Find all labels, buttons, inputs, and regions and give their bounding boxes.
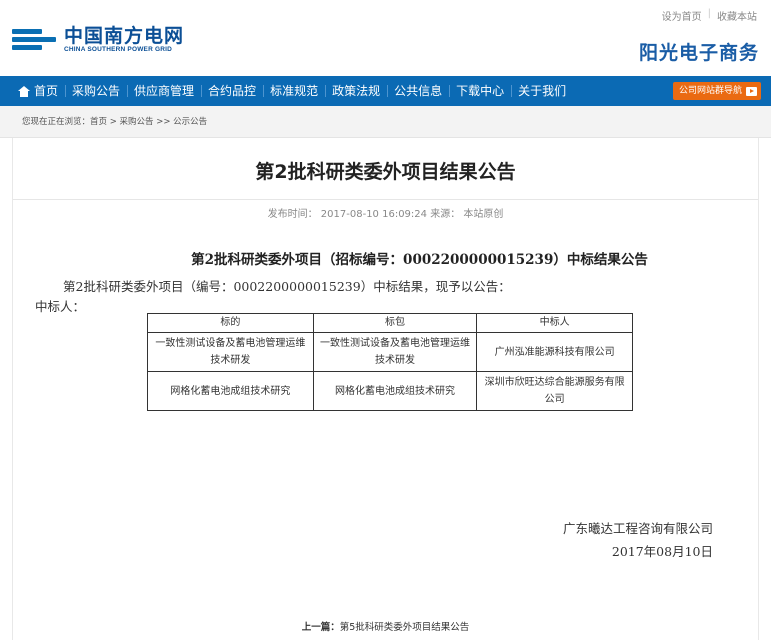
nav-item-home[interactable]: 首页 <box>0 76 65 106</box>
set-homepage-link[interactable]: 设为首页 <box>662 8 702 23</box>
title-area: 第2批科研类委外项目结果公告 <box>13 138 758 200</box>
logo-title: 中国南方电网 <box>64 25 185 47</box>
nav-item-public-info[interactable]: 公共信息 <box>387 76 449 106</box>
table-cell: 广州泓准能源科技有限公司 <box>476 332 633 372</box>
nav-item-contract[interactable]: 合约品控 <box>201 76 263 106</box>
site-nav-label: 公司网站群导航 <box>678 86 742 96</box>
nav-label: 首页 <box>34 84 59 98</box>
bookmark-link[interactable]: 收藏本站 <box>717 8 757 23</box>
table-header: 标的 <box>147 313 314 333</box>
play-icon <box>746 86 757 96</box>
issue-date: 2017年08月10日 <box>611 544 713 559</box>
nav-item-standards[interactable]: 标准规范 <box>263 76 325 106</box>
issuer-company: 广东曦达工程咨询有限公司 <box>562 521 713 536</box>
prev-label: 上一篇： <box>301 622 340 633</box>
prev-article-link[interactable]: 上一篇：第5批科研类委外项目结果公告 <box>13 619 758 633</box>
nav-item-procurement[interactable]: 采购公告 <box>65 76 127 106</box>
breadcrumb: 您现在正在浏览：首页 > 采购公告 >> 公示公告 <box>0 106 771 138</box>
main-nav: 首页 采购公告 供应商管理 合约品控 标准规范 政策法规 公共信息 下载中心 关… <box>0 76 771 106</box>
csg-logo[interactable]: 中国南方电网 CHINA SOUTHERN POWER GRID <box>12 26 184 53</box>
table-header-row: 标的 标包 中标人 <box>147 313 633 333</box>
table-row: 一致性测试设备及蓄电池管理运维技术研发 一致性测试设备及蓄电池管理运维技术研发 … <box>147 332 633 372</box>
logo-subtitle: CHINA SOUTHERN POWER GRID <box>64 46 173 53</box>
nav-item-download[interactable]: 下载中心 <box>449 76 511 106</box>
top-links: 设为首页 | 收藏本站 <box>661 8 757 23</box>
nav-item-about[interactable]: 关于我们 <box>511 76 573 106</box>
table-cell: 网格化蓄电池成组技术研究 <box>312 371 478 411</box>
table-header: 中标人 <box>476 313 633 333</box>
nav-item-supplier[interactable]: 供应商管理 <box>127 76 201 106</box>
table-row: 网格化蓄电池成组技术研究 网格化蓄电池成组技术研究 深圳市欣旺达综合能源服务有限… <box>147 371 633 411</box>
page-title: 第2批科研类委外项目结果公告 <box>255 161 516 183</box>
result-table: 标的 标包 中标人 一致性测试设备及蓄电池管理运维技术研发 一致性测试设备及蓄电… <box>147 313 633 411</box>
home-icon <box>18 85 30 97</box>
site-nav-button[interactable]: 公司网站群导航 <box>672 82 761 100</box>
winner-label: 中标人： <box>35 299 86 314</box>
article-panel: 第2批科研类委外项目结果公告 发布时间： 2017-08-10 16:09:24… <box>12 138 759 640</box>
nav-item-policy[interactable]: 政策法规 <box>325 76 387 106</box>
csg-logo-icon <box>12 27 56 53</box>
table-header: 标包 <box>312 313 478 333</box>
site-header: 中国南方电网 CHINA SOUTHERN POWER GRID 设为首页 | … <box>0 0 771 76</box>
brand-title: 阳光电子商务 <box>638 42 759 64</box>
article-heading: 第2批科研类委外项目（招标编号：0002200000015239）中标结果公告 <box>191 252 648 268</box>
table-cell: 深圳市欣旺达综合能源服务有限公司 <box>476 371 633 411</box>
table-cell: 一致性测试设备及蓄电池管理运维技术研发 <box>312 332 478 372</box>
table-cell: 网格化蓄电池成组技术研究 <box>147 371 314 411</box>
article-intro: 第2批科研类委外项目（编号：0002200000015239）中标结果，现予以公… <box>63 279 511 294</box>
article-meta: 发布时间： 2017-08-10 16:09:24 来源： 本站原创 <box>267 209 504 220</box>
prev-title: 第5批科研类委外项目结果公告 <box>339 622 470 633</box>
table-cell: 一致性测试设备及蓄电池管理运维技术研发 <box>147 332 314 372</box>
